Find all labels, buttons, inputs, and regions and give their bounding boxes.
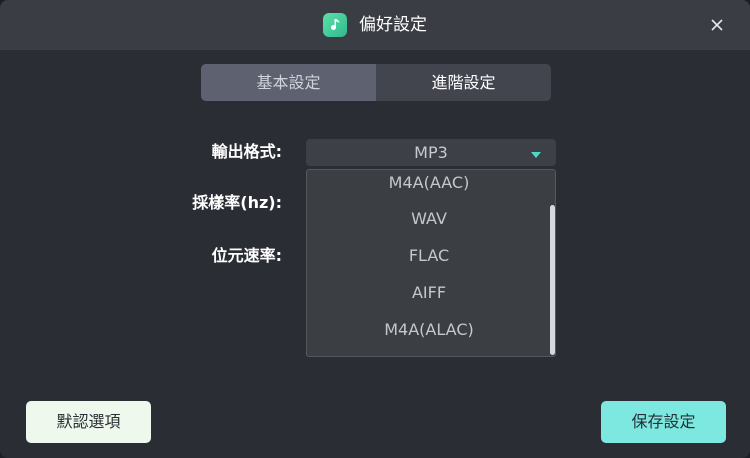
output-format-label: 輸出格式: <box>211 142 282 161</box>
output-format-dropdown: M4A(AAC) WAV FLAC AIFF M4A(ALAC) <box>306 169 556 357</box>
sample-rate-label: 採樣率(hz): <box>192 193 282 212</box>
close-icon[interactable] <box>706 14 728 36</box>
default-options-button[interactable]: 默認選項 <box>26 401 151 443</box>
dropdown-scrollbar[interactable] <box>550 205 555 355</box>
dropdown-option-wav[interactable]: WAV <box>307 201 551 237</box>
bitrate-label: 位元速率: <box>211 246 282 265</box>
output-format-select[interactable]: MP3 <box>306 139 556 166</box>
caret-down-icon[interactable] <box>531 152 541 158</box>
dropdown-option-aiff[interactable]: AIFF <box>307 275 551 311</box>
save-settings-button[interactable]: 保存設定 <box>601 401 726 443</box>
title-bar: 偏好設定 <box>0 0 750 50</box>
dropdown-option-m4a-alac[interactable]: M4A(ALAC) <box>307 312 551 348</box>
tab-basic-settings[interactable]: 基本設定 <box>201 64 376 101</box>
tab-advanced-settings[interactable]: 進階設定 <box>376 64 551 101</box>
preferences-dialog: 偏好設定 基本設定 進階設定 輸出格式: 採樣率(hz): 位元速率: MP3 … <box>0 0 750 458</box>
dropdown-option-flac[interactable]: FLAC <box>307 238 551 274</box>
dropdown-option-m4a-aac[interactable]: M4A(AAC) <box>307 170 551 201</box>
window-title: 偏好設定 <box>359 15 427 35</box>
music-note-icon <box>323 13 347 37</box>
output-format-value: MP3 <box>414 143 448 162</box>
settings-tabs: 基本設定 進階設定 <box>201 64 551 101</box>
